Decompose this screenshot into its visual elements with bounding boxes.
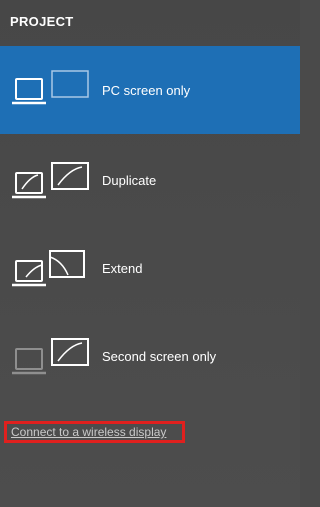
connect-wireless-display-link[interactable]: Connect to a wireless display: [4, 421, 185, 443]
option-extend[interactable]: Extend: [0, 224, 300, 312]
option-pc-screen-only[interactable]: PC screen only: [0, 46, 300, 134]
option-label: Second screen only: [102, 348, 217, 364]
option-label: PC screen only: [102, 82, 191, 98]
duplicate-icon: [10, 155, 100, 205]
option-label: Duplicate: [102, 172, 157, 188]
wireless-link-label: Connect to a wireless display: [11, 425, 167, 439]
panel-title: PROJECT: [10, 14, 74, 29]
project-panel: PROJECT PC screen only Duplicate Extend …: [0, 0, 300, 507]
extend-icon: [10, 243, 100, 293]
option-second-screen-only[interactable]: Second screen only: [0, 312, 300, 400]
option-duplicate[interactable]: Duplicate: [0, 136, 300, 224]
second-screen-only-icon: [10, 331, 100, 381]
option-label: Extend: [102, 260, 143, 276]
pc-screen-only-icon: [10, 65, 100, 115]
